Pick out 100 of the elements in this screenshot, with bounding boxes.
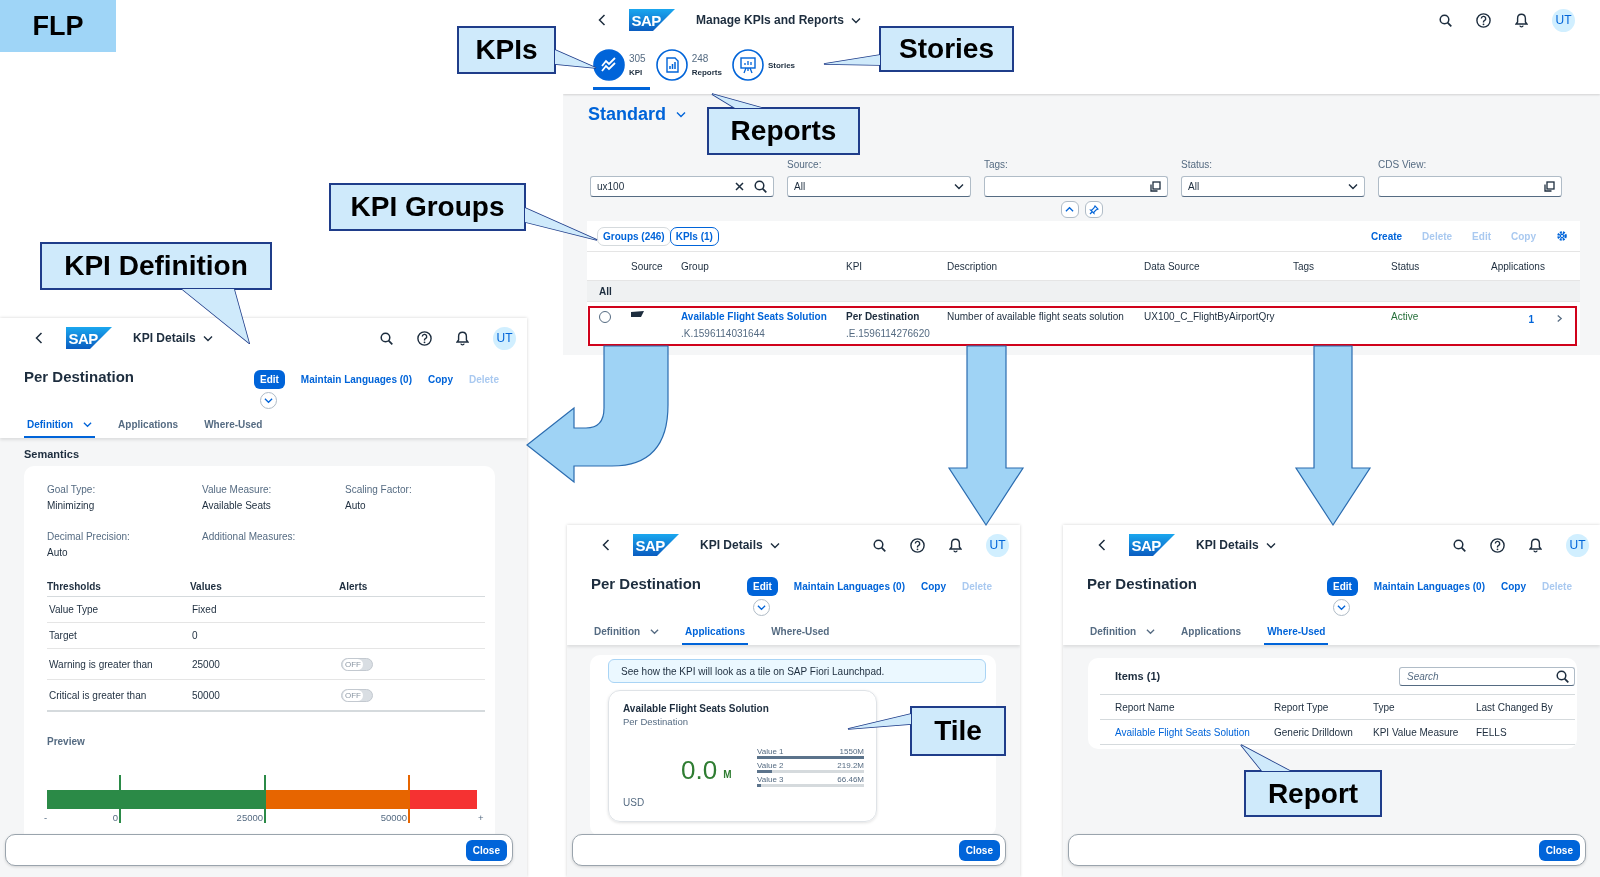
app-title-menu[interactable]: KPI Details xyxy=(133,331,213,345)
search-field[interactable]: ux100 xyxy=(590,176,774,197)
select-field[interactable]: All xyxy=(1181,176,1365,197)
action-link[interactable]: Maintain Languages (0) xyxy=(1373,581,1485,592)
action-link[interactable]: Copy xyxy=(428,374,453,385)
segment-button[interactable]: Groups (246) xyxy=(597,226,671,246)
section-title: Preview xyxy=(47,736,86,747)
bar-label: Value 2 xyxy=(757,761,784,770)
value-help-icon[interactable] xyxy=(1544,181,1555,192)
column-header: Thresholds xyxy=(47,580,102,592)
app-title-menu[interactable]: KPI Details xyxy=(700,538,780,552)
action-link[interactable]: Copy xyxy=(1501,581,1526,592)
action-link[interactable]: Maintain Languages (0) xyxy=(300,374,412,385)
filter-label: Source: xyxy=(787,159,823,171)
search-icon[interactable] xyxy=(1556,669,1569,683)
chevron-icon xyxy=(1065,206,1074,213)
chevron-icon xyxy=(676,111,686,118)
search-icon[interactable] xyxy=(754,180,767,193)
value-help-icon[interactable] xyxy=(1150,181,1161,192)
collapse-button[interactable] xyxy=(752,599,770,616)
edit-button[interactable]: Edit xyxy=(1326,577,1358,596)
logo: SAP xyxy=(66,327,112,349)
close-button[interactable]: Close xyxy=(958,839,1000,861)
bell-icon[interactable] xyxy=(456,330,469,346)
count-link[interactable]: 1 xyxy=(1528,314,1534,325)
app-title-menu[interactable]: KPI Details xyxy=(1196,538,1276,552)
search-icon[interactable] xyxy=(380,331,393,345)
settings-icon[interactable] xyxy=(1556,230,1568,242)
action-link[interactable]: Maintain Languages (0) xyxy=(793,581,905,592)
toggle-switch[interactable]: OFF xyxy=(341,657,373,671)
tab[interactable]: Applications xyxy=(115,412,182,438)
tab[interactable]: Applications xyxy=(1178,619,1245,645)
table-cell-text: Warning is greater than xyxy=(49,658,154,670)
tab[interactable]: Where-Used xyxy=(201,412,266,438)
tab[interactable]: Definition xyxy=(24,412,96,438)
table-cell-text: 0 xyxy=(192,630,199,641)
field-label: Decimal Precision: xyxy=(47,531,131,542)
app-title-menu[interactable]: Manage KPIs and Reports xyxy=(696,13,862,27)
back-icon[interactable] xyxy=(35,332,43,344)
segment-button[interactable]: KPIs (1) xyxy=(669,226,719,246)
tab[interactable]: Where-Used xyxy=(768,619,833,645)
scale-label: 50000 xyxy=(380,812,408,823)
scale-label: - xyxy=(44,812,48,823)
input-field[interactable] xyxy=(984,176,1168,197)
toolbar-action[interactable]: Create xyxy=(1370,230,1403,242)
help-icon[interactable] xyxy=(910,537,925,553)
search-icon[interactable] xyxy=(1439,13,1452,27)
collapse-button[interactable] xyxy=(259,392,277,409)
clear-icon[interactable] xyxy=(735,182,744,191)
object-tab[interactable]: 248 Reports xyxy=(655,43,726,90)
chevron-icon xyxy=(1348,183,1358,190)
bell-icon[interactable] xyxy=(1515,12,1528,28)
report-link[interactable]: Available Flight Seats Solution xyxy=(1115,726,1274,738)
collapse-button[interactable] xyxy=(1332,599,1350,616)
close-button[interactable]: Close xyxy=(465,839,507,861)
bell-icon[interactable] xyxy=(1529,537,1542,553)
column-header: Report Type xyxy=(1274,701,1330,713)
variant-selector[interactable]: Standard xyxy=(588,104,686,125)
help-icon[interactable] xyxy=(417,330,432,346)
tab[interactable]: Definition xyxy=(1087,619,1159,645)
trend-icon xyxy=(593,49,625,81)
object-tab[interactable]: Stories xyxy=(731,43,800,90)
collapse-button[interactable] xyxy=(1060,201,1079,218)
kpi-tile[interactable]: Available Flight Seats Solution Per Destination 0.0 M Value 1 1550M Value 2 219.2M Value 3 66.46M USD xyxy=(608,690,877,822)
help-icon[interactable] xyxy=(1476,12,1491,28)
bell-icon[interactable] xyxy=(949,537,962,553)
group-link[interactable]: Available Flight Seats Solution xyxy=(681,311,827,322)
search-icon[interactable] xyxy=(1453,538,1466,552)
tab[interactable]: Definition xyxy=(591,619,663,645)
user-avatar[interactable]: UT xyxy=(493,326,516,350)
callout: KPIs xyxy=(457,26,597,74)
close-button[interactable]: Close xyxy=(1538,839,1580,861)
input-field[interactable] xyxy=(1378,176,1562,197)
toggle-switch[interactable]: OFF xyxy=(341,688,373,702)
pin-button[interactable] xyxy=(1084,201,1103,218)
help-icon[interactable] xyxy=(1490,537,1505,553)
edit-button[interactable]: Edit xyxy=(746,577,778,596)
back-icon[interactable] xyxy=(1098,539,1106,551)
user-avatar[interactable]: UT xyxy=(1566,533,1589,557)
table-cell-text: FELLS xyxy=(1476,726,1508,738)
search-field[interactable]: Search xyxy=(1399,666,1575,686)
edit-button[interactable]: Edit xyxy=(253,370,285,389)
tab[interactable]: Where-Used xyxy=(1264,619,1329,645)
user-avatar[interactable]: UT xyxy=(986,533,1009,557)
section-title: Semantics xyxy=(24,448,81,460)
search-icon[interactable] xyxy=(873,538,886,552)
back-icon[interactable] xyxy=(602,539,610,551)
column-header: Source xyxy=(630,260,664,272)
field-label: Scaling Factor: xyxy=(345,484,413,495)
tab[interactable]: Applications xyxy=(682,619,749,645)
table-title: Items (1) xyxy=(1115,670,1161,682)
scale-label: 0 xyxy=(112,812,119,823)
object-tab[interactable]: 305 KPI xyxy=(593,43,650,90)
back-icon[interactable] xyxy=(598,14,606,26)
action-link[interactable]: Copy xyxy=(921,581,946,592)
radio-button[interactable] xyxy=(599,311,611,323)
table-cell: UX100_C_FlightByAirportQry xyxy=(1144,311,1275,322)
select-field[interactable]: All xyxy=(787,176,971,197)
user-avatar[interactable]: UT xyxy=(1552,8,1575,32)
object-title: Per Destination xyxy=(1087,575,1198,592)
